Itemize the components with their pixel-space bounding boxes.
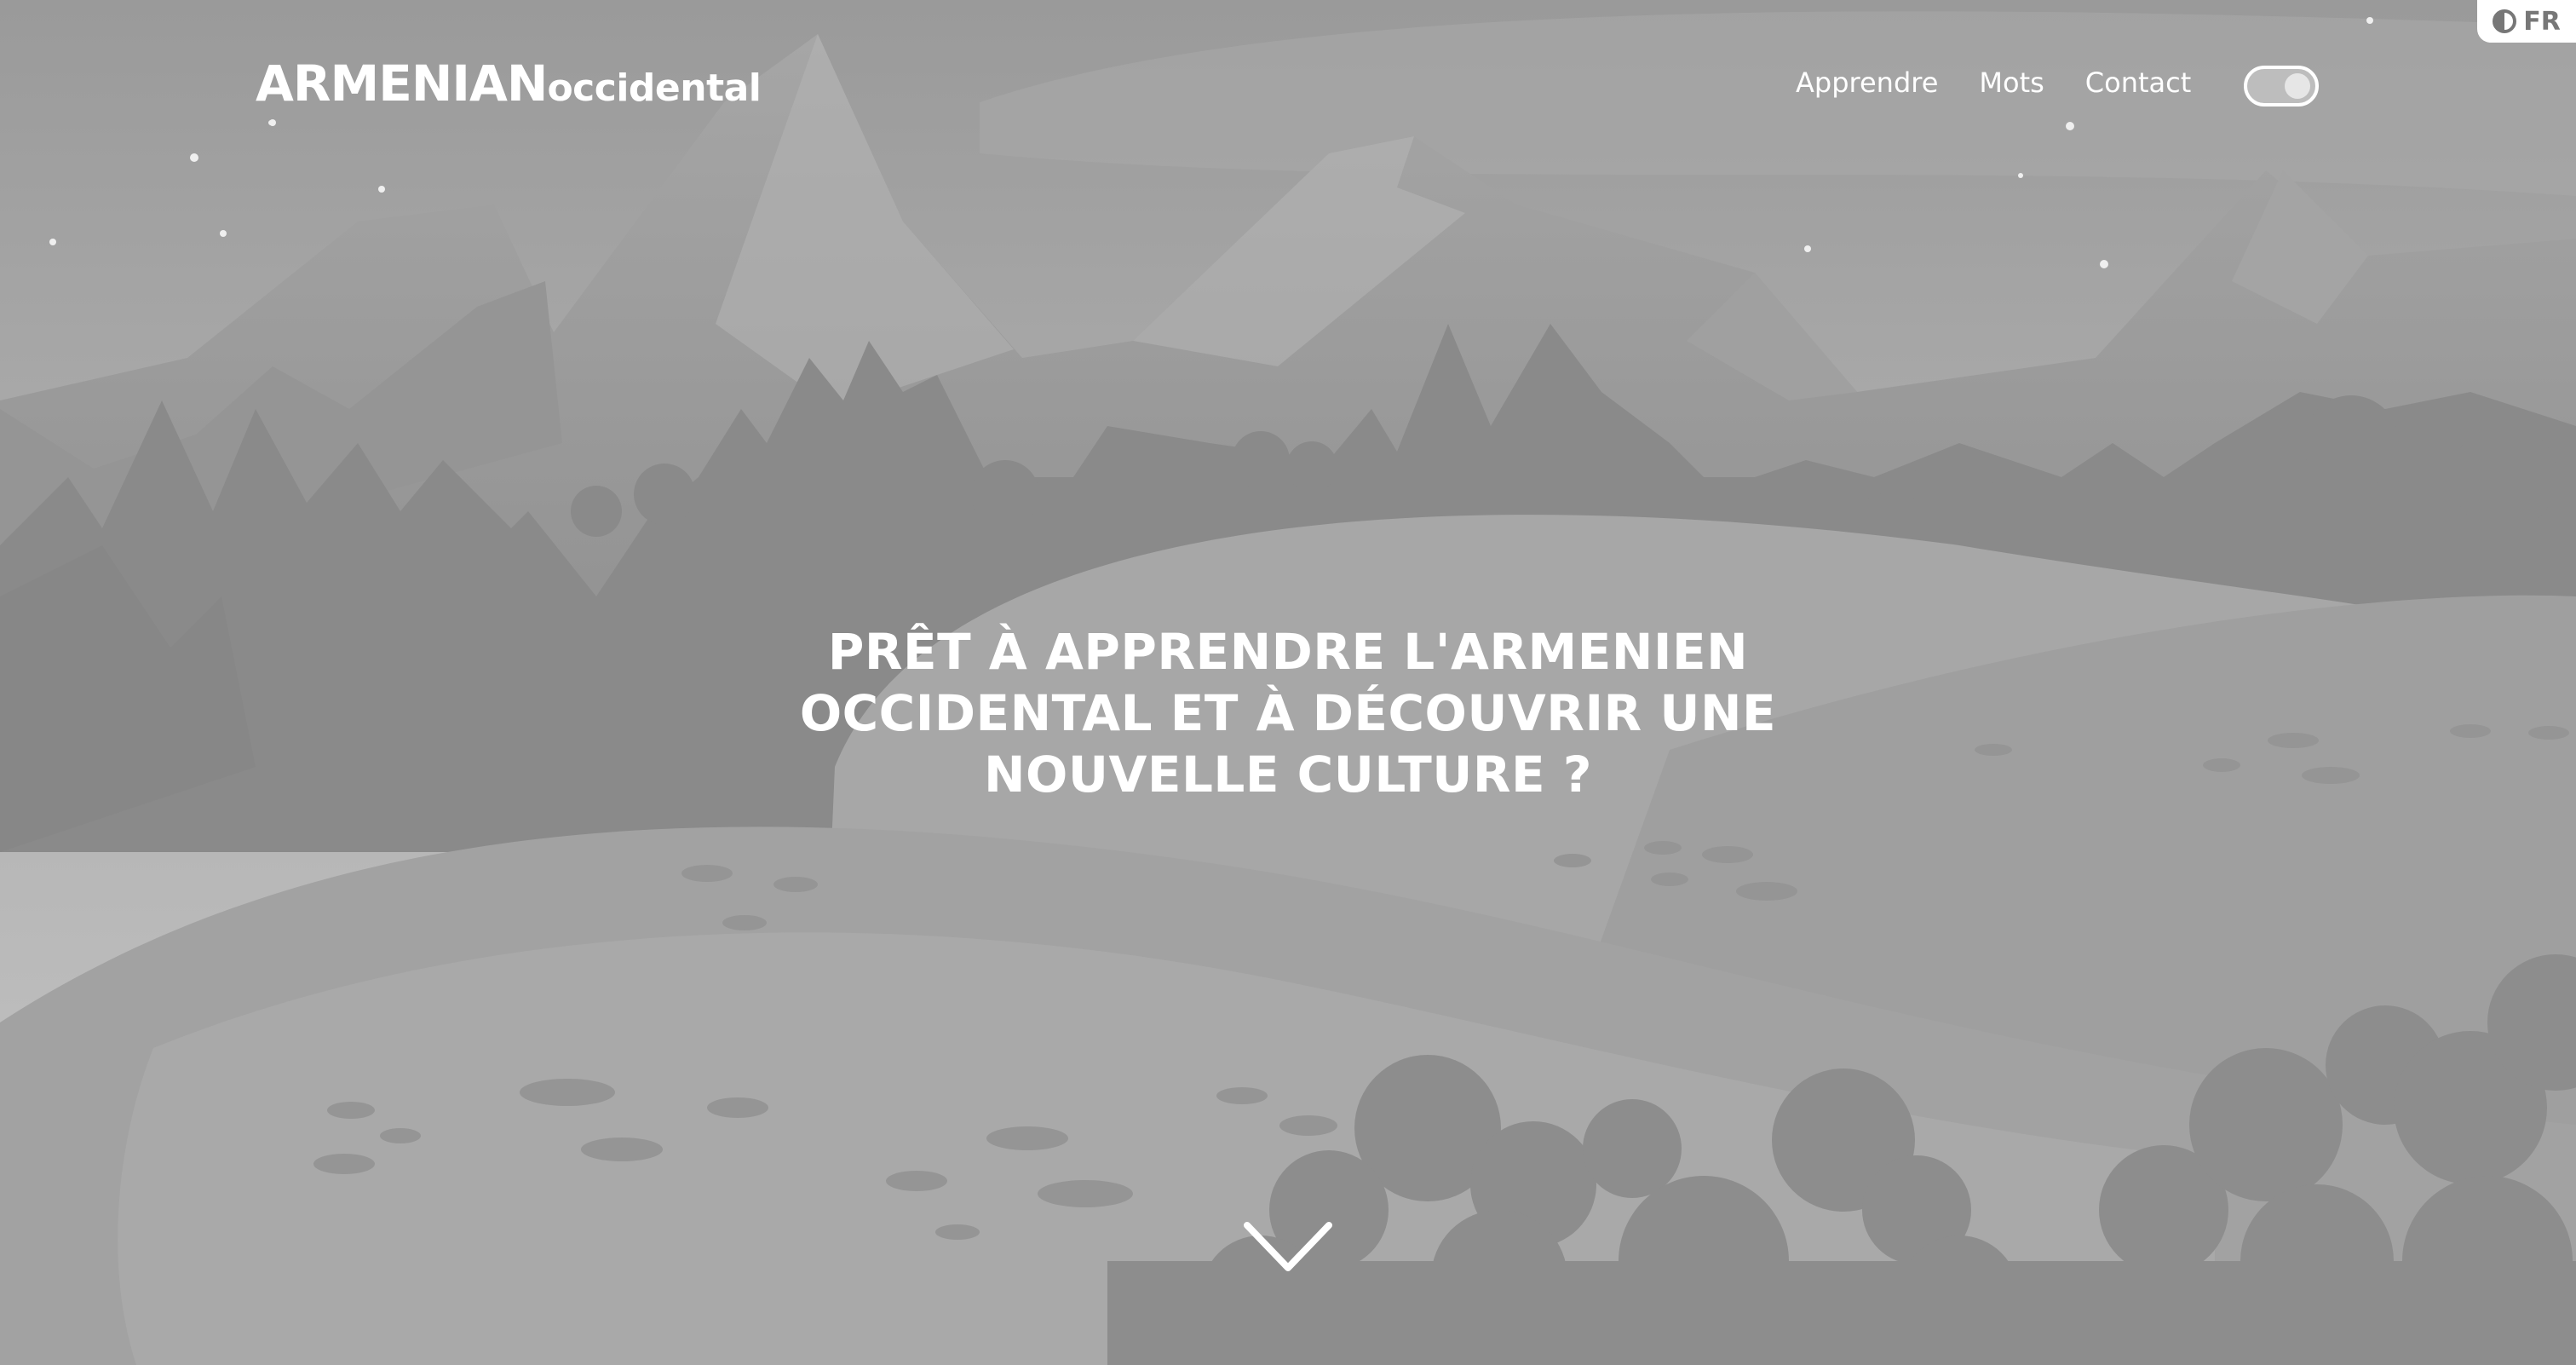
- main-nav: Apprendre Mots Contact: [1796, 66, 2232, 99]
- nav-link-apprendre[interactable]: Apprendre: [1796, 66, 1938, 99]
- theme-toggle[interactable]: [2244, 66, 2319, 107]
- logo-main-text: ARMENIAN: [256, 55, 548, 112]
- scroll-down-button[interactable]: [1242, 1218, 1334, 1278]
- site-logo[interactable]: ARMENIAN occidental: [256, 55, 762, 112]
- hero-line: NOUVELLE CULTURE ?: [984, 745, 1592, 803]
- nav-link-mots[interactable]: Mots: [1979, 66, 2044, 99]
- header: ARMENIAN occidental Apprendre Mots Conta…: [0, 0, 2576, 170]
- hero-line: OCCIDENTAL ET À DÉCOUVRIR UNE: [799, 683, 1777, 742]
- hero-heading: PRÊT À APPRENDRE L'ARMENIEN OCCIDENTAL E…: [692, 621, 1884, 805]
- hero-line: PRÊT À APPRENDRE L'ARMENIEN: [827, 622, 1749, 681]
- nav-link-contact[interactable]: Contact: [2085, 66, 2192, 99]
- chevron-down-icon: [1244, 1222, 1332, 1271]
- logo-sub-text: occidental: [547, 66, 762, 110]
- toggle-knob: [2285, 73, 2310, 99]
